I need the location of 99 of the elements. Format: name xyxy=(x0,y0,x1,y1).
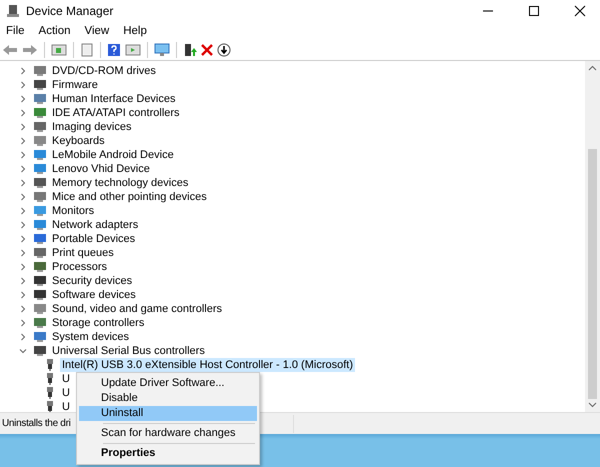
maximize-icon[interactable] xyxy=(528,5,540,17)
device-icon xyxy=(33,177,47,189)
menu-item[interactable]: File xyxy=(6,25,25,37)
device-icon xyxy=(33,345,47,357)
expand-chevron-icon[interactable] xyxy=(18,80,28,90)
scrollbar[interactable] xyxy=(585,61,600,412)
expand-chevron-icon[interactable] xyxy=(18,304,28,314)
expand-chevron-icon[interactable] xyxy=(18,290,28,300)
device-icon xyxy=(33,289,47,301)
device-icon xyxy=(33,65,47,77)
tree-item[interactable]: Sound, video and game controllers xyxy=(50,302,224,316)
device-icon xyxy=(33,261,47,273)
delete-icon[interactable] xyxy=(201,44,213,56)
scroll-up-icon[interactable] xyxy=(588,65,597,71)
context-menu-item[interactable]: Disable xyxy=(79,391,257,406)
tree-item[interactable]: Keyboards xyxy=(50,134,107,148)
tree-item[interactable]: LeMobile Android Device xyxy=(50,148,176,162)
usb-plug-icon xyxy=(46,401,54,412)
tree-item[interactable]: Mice and other pointing devices xyxy=(50,190,209,204)
expand-chevron-icon[interactable] xyxy=(18,66,28,76)
expand-chevron-icon[interactable] xyxy=(18,220,28,230)
expand-chevron-icon[interactable] xyxy=(18,94,28,104)
tree-item[interactable]: U xyxy=(60,372,72,386)
tree-item[interactable]: Lenovo Vhid Device xyxy=(50,162,152,176)
download-icon[interactable] xyxy=(217,43,231,57)
window-title: Device Manager xyxy=(26,4,114,18)
expand-chevron-icon[interactable] xyxy=(18,276,28,286)
forward-arrow-icon[interactable] xyxy=(22,43,38,57)
expand-chevron-icon[interactable] xyxy=(18,234,28,244)
tree-item[interactable]: Software devices xyxy=(50,288,138,302)
context-menu-item[interactable]: Uninstall xyxy=(79,406,257,421)
device-icon xyxy=(33,317,47,329)
device-icon xyxy=(33,135,47,147)
device-icon xyxy=(33,331,47,343)
tree-item[interactable]: IDE ATA/ATAPI controllers xyxy=(50,106,182,120)
tree-item[interactable]: Intel(R) USB 3.0 eXtensible Host Controller - 1.0 (Microsoft) xyxy=(60,358,355,372)
window-icon[interactable] xyxy=(51,43,67,57)
tree-item[interactable]: Processors xyxy=(50,260,110,274)
device-icon xyxy=(33,107,47,119)
scroll-down-icon[interactable] xyxy=(588,402,597,408)
document-icon[interactable] xyxy=(80,43,94,57)
device-icon xyxy=(33,163,47,175)
help-icon[interactable] xyxy=(107,43,121,57)
tree-item[interactable]: Network adapters xyxy=(50,218,140,232)
device-icon xyxy=(33,233,47,245)
device-icon xyxy=(33,205,47,217)
context-menu-item[interactable]: Update Driver Software... xyxy=(79,376,257,391)
expand-chevron-icon[interactable] xyxy=(18,192,28,202)
device-icon xyxy=(33,149,47,161)
tree-item[interactable]: DVD/CD-ROM drives xyxy=(50,64,158,78)
tree-item[interactable]: Firmware xyxy=(50,78,100,92)
menu-item[interactable]: Action xyxy=(38,25,70,37)
tree-item[interactable]: Portable Devices xyxy=(50,232,138,246)
back-arrow-icon[interactable] xyxy=(2,43,18,57)
expand-chevron-icon[interactable] xyxy=(18,122,28,132)
device-icon xyxy=(33,93,47,105)
device-icon xyxy=(33,247,47,259)
device-icon xyxy=(33,121,47,133)
expand-chevron-icon[interactable] xyxy=(18,164,28,174)
monitor-icon[interactable] xyxy=(154,43,170,57)
status-text: Uninstalls the dri xyxy=(1,418,72,429)
device-icon xyxy=(33,275,47,287)
expand-chevron-icon[interactable] xyxy=(18,318,28,328)
usb-plug-icon xyxy=(46,387,54,399)
tree-item[interactable]: Print queues xyxy=(50,246,116,260)
device-icon xyxy=(33,191,47,203)
expand-chevron-icon[interactable] xyxy=(18,248,28,258)
tree-item[interactable]: U xyxy=(60,386,72,400)
device-icon xyxy=(33,219,47,231)
usb-plug-icon xyxy=(46,373,54,385)
expand-chevron-icon[interactable] xyxy=(18,108,28,118)
tree-item[interactable]: Security devices xyxy=(50,274,134,288)
menu-item[interactable]: View xyxy=(84,25,110,37)
window-icon[interactable] xyxy=(125,43,141,57)
expand-chevron-icon[interactable] xyxy=(18,346,28,356)
scrollbar-thumb[interactable] xyxy=(588,149,597,399)
expand-chevron-icon[interactable] xyxy=(18,136,28,146)
tree-item[interactable]: Human Interface Devices xyxy=(50,92,178,106)
usb-plug-icon xyxy=(46,359,54,371)
expand-chevron-icon[interactable] xyxy=(18,262,28,272)
device-icon xyxy=(33,303,47,315)
context-menu-item[interactable]: Properties xyxy=(79,446,257,461)
update-driver-icon[interactable] xyxy=(183,43,197,57)
tree-item[interactable]: Universal Serial Bus controllers xyxy=(50,344,207,358)
expand-chevron-icon[interactable] xyxy=(18,206,28,216)
menu-item[interactable]: Help xyxy=(123,25,147,37)
close-icon[interactable] xyxy=(574,5,586,17)
tree-item[interactable]: U xyxy=(60,400,72,412)
tree-item[interactable]: Imaging devices xyxy=(50,120,134,134)
context-menu-item[interactable]: Scan for hardware changes xyxy=(79,426,257,441)
expand-chevron-icon[interactable] xyxy=(18,332,28,342)
expand-chevron-icon[interactable] xyxy=(18,178,28,188)
device-icon xyxy=(33,79,47,91)
expand-chevron-icon[interactable] xyxy=(18,150,28,160)
computer-icon xyxy=(6,4,20,18)
tree-item[interactable]: Memory technology devices xyxy=(50,176,190,190)
tree-item[interactable]: Storage controllers xyxy=(50,316,146,330)
tree-item[interactable]: System devices xyxy=(50,330,132,344)
tree-item[interactable]: Monitors xyxy=(50,204,96,218)
